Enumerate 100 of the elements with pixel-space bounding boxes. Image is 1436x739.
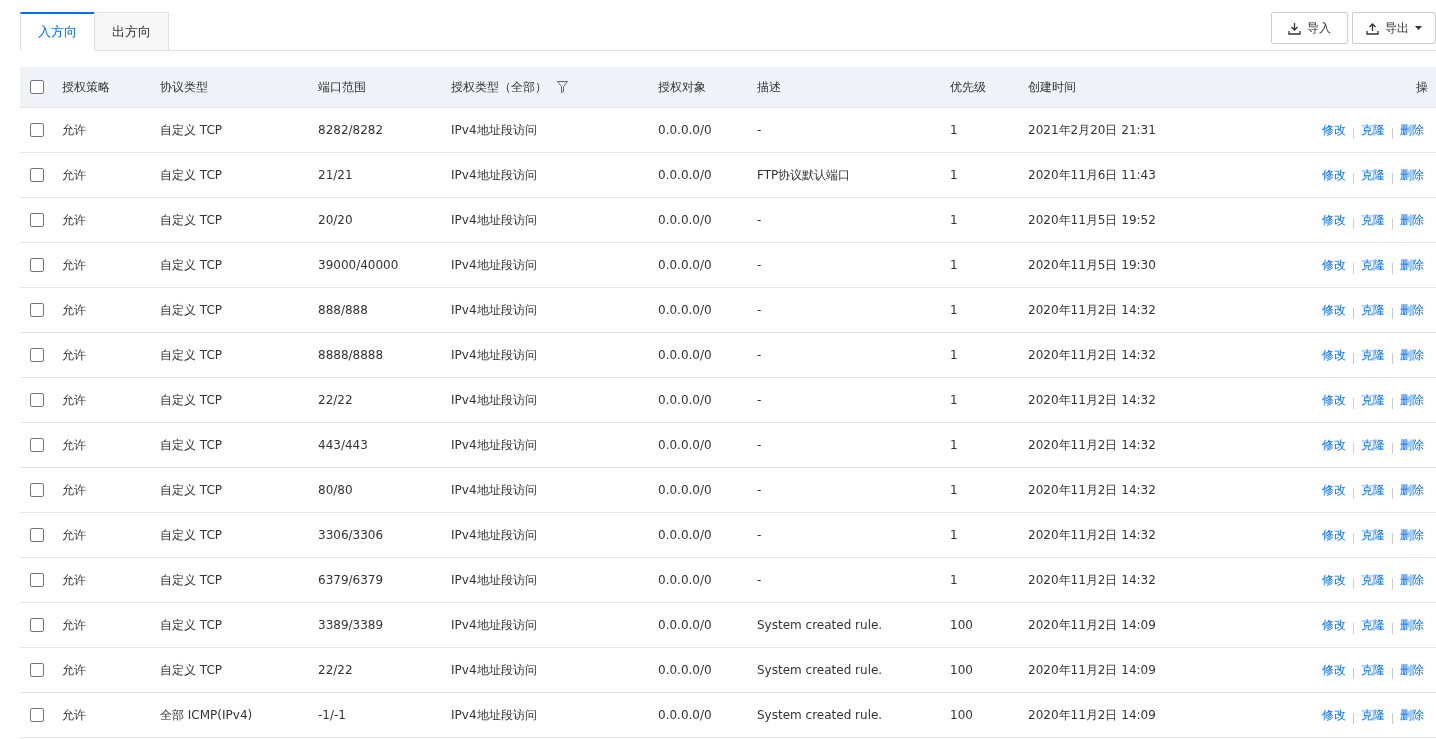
row-checkbox[interactable]	[30, 708, 44, 722]
row-checkbox[interactable]	[30, 393, 44, 407]
action-link[interactable]: 删除	[1400, 571, 1424, 589]
action-link[interactable]: 修改	[1322, 211, 1346, 229]
action-link[interactable]: 克隆	[1361, 616, 1385, 634]
action-link[interactable]: 克隆	[1361, 571, 1385, 589]
table-cell: 自定义 TCP	[160, 482, 223, 497]
action-link[interactable]: 修改	[1322, 436, 1346, 454]
row-checkbox[interactable]	[30, 348, 44, 362]
action-link[interactable]: 克隆	[1361, 256, 1385, 274]
column-header: 描述	[757, 79, 781, 94]
action-link[interactable]: 删除	[1400, 211, 1424, 229]
caret-icon	[1415, 26, 1422, 30]
action-link[interactable]: 克隆	[1361, 211, 1385, 229]
table-cell: 2020年11月2日 14:32	[1028, 437, 1156, 452]
action-link[interactable]: 克隆	[1361, 526, 1385, 544]
action-link[interactable]: 修改	[1322, 616, 1346, 634]
import-button[interactable]: 导入	[1271, 12, 1348, 44]
table-cell: -1/-1	[318, 708, 346, 722]
action-link[interactable]: 修改	[1322, 526, 1346, 544]
table-cell: 39000/40000	[318, 258, 399, 272]
table-cell: 允许	[62, 527, 86, 542]
action-link[interactable]: 修改	[1322, 391, 1346, 409]
action-link[interactable]: 删除	[1400, 706, 1424, 724]
export-button[interactable]: 导出	[1352, 12, 1436, 44]
download-icon	[1288, 21, 1301, 35]
action-link[interactable]: 删除	[1400, 166, 1424, 184]
row-checkbox[interactable]	[30, 438, 44, 452]
action-link[interactable]: 删除	[1400, 526, 1424, 544]
table-cell: -	[757, 303, 762, 317]
table-cell: 2020年11月6日 11:43	[1028, 167, 1156, 182]
action-link[interactable]: 删除	[1400, 436, 1424, 454]
table-cell: 2020年11月2日 14:09	[1028, 707, 1156, 722]
action-link[interactable]: 修改	[1322, 571, 1346, 589]
row-checkbox[interactable]	[30, 663, 44, 677]
row-checkbox[interactable]	[30, 213, 44, 227]
row-checkbox[interactable]	[30, 618, 44, 632]
row-checkbox[interactable]	[30, 258, 44, 272]
row-checkbox[interactable]	[30, 483, 44, 497]
action-link[interactable]: 删除	[1400, 346, 1424, 364]
action-link[interactable]: 删除	[1400, 616, 1424, 634]
table-cell: 21/21	[318, 168, 353, 182]
table-cell: 2020年11月2日 14:32	[1028, 527, 1156, 542]
action-link[interactable]: 克隆	[1361, 436, 1385, 454]
table-cell: 0.0.0.0/0	[658, 483, 712, 497]
action-link[interactable]: 修改	[1322, 346, 1346, 364]
table-cell: 2020年11月5日 19:52	[1028, 212, 1156, 227]
action-link[interactable]: 删除	[1400, 121, 1424, 139]
action-link[interactable]: 克隆	[1361, 391, 1385, 409]
table-cell: System created rule.	[757, 708, 883, 722]
table-cell: IPv4地址段访问	[451, 257, 537, 272]
table-cell: 3389/3389	[318, 618, 384, 632]
table-cell: 2020年11月2日 14:32	[1028, 302, 1156, 317]
row-checkbox[interactable]	[30, 528, 44, 542]
table-cell: IPv4地址段访问	[451, 527, 537, 542]
action-link[interactable]: 修改	[1322, 121, 1346, 139]
select-all-checkbox[interactable]	[30, 80, 44, 94]
action-link[interactable]: 修改	[1322, 256, 1346, 274]
table-cell: -	[757, 438, 762, 452]
table-cell: 6379/6379	[318, 573, 384, 587]
action-link[interactable]: 修改	[1322, 481, 1346, 499]
table-cell: -	[757, 483, 762, 497]
action-link[interactable]: 克隆	[1361, 166, 1385, 184]
table-cell: 允许	[62, 482, 86, 497]
row-checkbox[interactable]	[30, 123, 44, 137]
action-link[interactable]: 修改	[1322, 301, 1346, 319]
upload-icon	[1366, 21, 1379, 35]
table-cell: 允许	[62, 707, 86, 722]
tab[interactable]: 出方向	[94, 12, 169, 51]
table-cell: 2020年11月2日 14:32	[1028, 347, 1156, 362]
row-checkbox[interactable]	[30, 573, 44, 587]
action-link[interactable]: 克隆	[1361, 301, 1385, 319]
table-cell: 1	[950, 348, 958, 362]
table-cell: 自定义 TCP	[160, 212, 223, 227]
row-checkbox[interactable]	[30, 303, 44, 317]
column-header: 授权策略	[62, 79, 110, 94]
action-link[interactable]: 修改	[1322, 661, 1346, 679]
table-cell: 1	[950, 438, 958, 452]
table-cell: 2020年11月2日 14:32	[1028, 482, 1156, 497]
action-link[interactable]: 克隆	[1361, 121, 1385, 139]
action-link[interactable]: 删除	[1400, 256, 1424, 274]
tab[interactable]: 入方向	[20, 12, 95, 51]
action-link[interactable]: 克隆	[1361, 481, 1385, 499]
action-link[interactable]: 删除	[1400, 661, 1424, 679]
action-link[interactable]: 修改	[1322, 706, 1346, 724]
action-link[interactable]: 修改	[1322, 166, 1346, 184]
action-link[interactable]: 删除	[1400, 481, 1424, 499]
table-cell: 22/22	[318, 393, 353, 407]
table-cell: 0.0.0.0/0	[658, 618, 712, 632]
filter-icon[interactable]	[557, 81, 568, 93]
table-cell: 2020年11月2日 14:09	[1028, 662, 1156, 677]
action-link[interactable]: 克隆	[1361, 706, 1385, 724]
table-cell: 8888/8888	[318, 348, 384, 362]
row-checkbox[interactable]	[30, 168, 44, 182]
action-link[interactable]: 删除	[1400, 301, 1424, 319]
table-cell: 允许	[62, 212, 86, 227]
table-cell: 1	[950, 303, 958, 317]
action-link[interactable]: 删除	[1400, 391, 1424, 409]
action-link[interactable]: 克隆	[1361, 346, 1385, 364]
action-link[interactable]: 克隆	[1361, 661, 1385, 679]
